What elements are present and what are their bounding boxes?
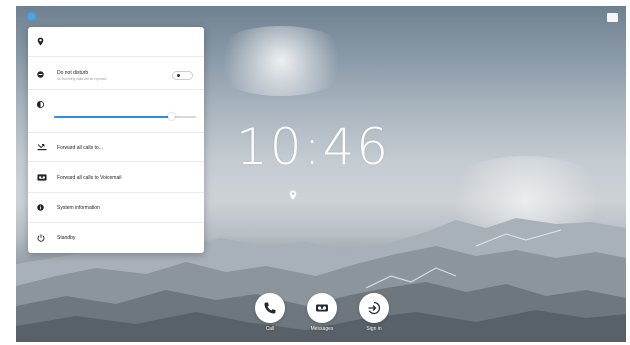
location-pin-icon (37, 37, 44, 46)
do-not-disturb-icon (37, 71, 44, 78)
system-information-label: System information (57, 205, 100, 211)
voicemail-icon (316, 304, 328, 312)
call-button[interactable] (255, 293, 285, 323)
call-action[interactable]: Call (250, 293, 290, 332)
sign-in-button[interactable] (359, 293, 389, 323)
forward-voicemail-label: Forward all calls to Voicemail (57, 175, 122, 181)
settings-panel: Do not disturb All incoming calls will b… (28, 27, 204, 253)
sign-in-action[interactable]: Sign in (354, 293, 394, 332)
power-icon (37, 234, 45, 242)
do-not-disturb-sublabel: All incoming calls will be rejected (57, 77, 107, 81)
sign-in-label: Sign in (366, 326, 382, 332)
do-not-disturb-label: Do not disturb (57, 70, 89, 76)
do-not-disturb-toggle[interactable] (172, 71, 193, 80)
forward-all-label: Forward all calls to... (57, 145, 103, 151)
sign-in-icon (368, 301, 381, 315)
toggle-knob (177, 74, 180, 77)
forward-voicemail-row[interactable]: Forward all calls to Voicemail (28, 163, 204, 193)
volume-slider[interactable] (54, 113, 196, 120)
standby-row[interactable]: Standby (28, 223, 204, 253)
messages-label: Messages (310, 326, 334, 332)
info-icon (37, 204, 44, 211)
location-row[interactable] (28, 27, 204, 57)
location-pin-icon (289, 190, 297, 200)
volume-row (28, 90, 204, 119)
phone-icon (264, 302, 276, 314)
messages-action[interactable]: Messages (302, 293, 342, 332)
forward-calls-icon (37, 144, 47, 151)
call-label: Call (265, 326, 275, 332)
standby-label: Standby (57, 235, 76, 241)
voicemail-icon (37, 174, 47, 181)
system-information-row[interactable]: System information (28, 193, 204, 223)
messages-button[interactable] (307, 293, 337, 323)
clock: 10:46 (236, 118, 391, 176)
do-not-disturb-row[interactable]: Do not disturb All incoming calls will b… (28, 63, 204, 90)
forward-all-row[interactable]: Forward all calls to... (28, 132, 204, 162)
profile-icon[interactable] (607, 13, 618, 22)
settings-icon[interactable] (28, 13, 35, 20)
brightness-icon (37, 101, 44, 108)
volume-slider-fill (54, 116, 172, 118)
